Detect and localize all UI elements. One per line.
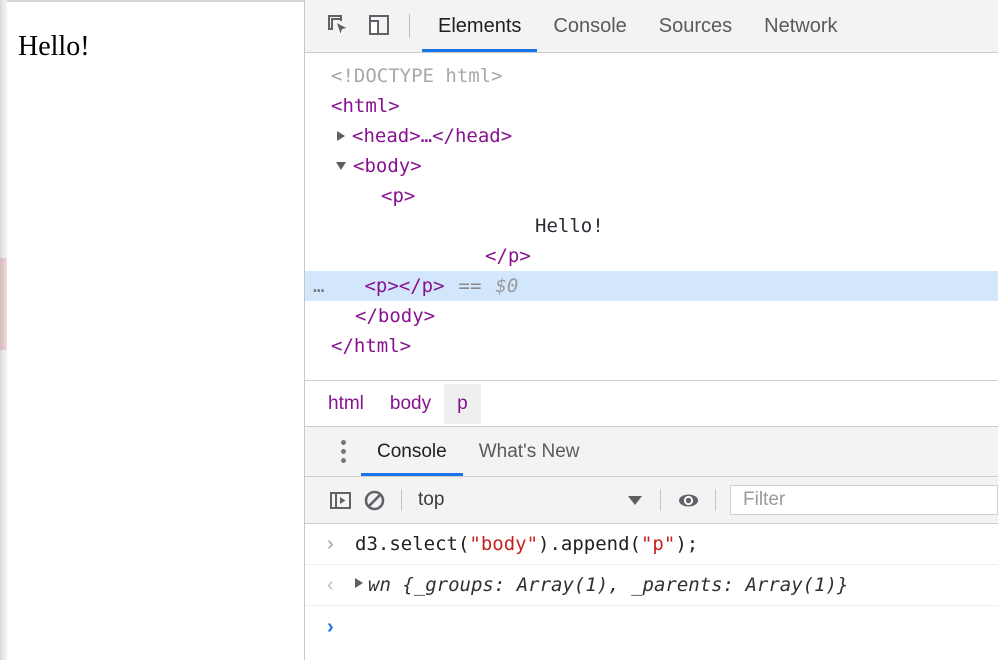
breadcrumb: html body p <box>305 381 998 427</box>
devtools-toolbar: Elements Console Sources Network <box>305 0 998 53</box>
console-output: › d3.select("body").append("p"); ‹ wn {_… <box>305 524 998 660</box>
console-prompt-row[interactable]: › <box>305 606 998 648</box>
console-toolbar-divider <box>401 489 402 511</box>
kebab-menu-icon[interactable] <box>325 432 361 472</box>
dom-tree[interactable]: <!DOCTYPE html> <html> <head>…</head> <b… <box>305 53 998 381</box>
dom-collapsed-dots[interactable]: … <box>313 275 326 297</box>
dom-row[interactable]: </p> <box>305 241 998 271</box>
console-toolbar: top Filter <box>305 477 998 524</box>
console-result-row[interactable]: ‹ wn {_groups: Array(1), _parents: Array… <box>305 565 998 606</box>
js-token: ); <box>675 533 699 555</box>
tab-elements[interactable]: Elements <box>422 0 538 52</box>
dom-text-node: Hello! <box>535 215 604 237</box>
dom-row[interactable]: </body> <box>305 301 998 331</box>
dom-row[interactable]: <!DOCTYPE html> <box>305 61 998 91</box>
dom-node-text: <p></p> <box>364 275 445 297</box>
chevron-down-icon[interactable] <box>628 495 642 505</box>
js-string-token: "body" <box>469 533 539 555</box>
js-token: ).append( <box>538 533 641 555</box>
dom-node-text: <p> <box>381 185 416 207</box>
breadcrumb-item-html[interactable]: html <box>315 384 377 424</box>
dom-node-text: <html> <box>331 95 400 117</box>
inspect-element-icon[interactable] <box>319 6 359 46</box>
clear-console-icon[interactable] <box>357 483 391 517</box>
drawer-tabbar: Console What's New <box>305 427 998 477</box>
dom-row[interactable]: <p> <box>305 181 998 211</box>
page-viewport: Hello! <box>0 0 305 660</box>
js-string-token: "p" <box>640 533 676 555</box>
tab-sources[interactable]: Sources <box>643 0 748 52</box>
console-result-chevron-icon: ‹ <box>327 573 334 596</box>
drawer-tab-whats-new[interactable]: What's New <box>463 427 596 476</box>
page-content: Hello! <box>8 2 304 660</box>
live-expression-eye-icon[interactable] <box>671 483 705 517</box>
viewport-left-edge-strip <box>0 0 7 660</box>
console-context-selector[interactable]: top <box>412 489 650 511</box>
device-toolbar-icon[interactable] <box>359 6 399 46</box>
dom-row-selected[interactable]: … <p></p> == $0 <box>305 271 998 301</box>
dom-node-text: <body> <box>353 155 422 177</box>
console-input-chevron-icon: › <box>327 532 334 555</box>
collapse-triangle-icon[interactable] <box>336 161 346 170</box>
console-filter-input[interactable]: Filter <box>730 485 998 515</box>
console-sidebar-icon[interactable] <box>323 483 357 517</box>
console-input-row[interactable]: › d3.select("body").append("p"); <box>305 524 998 565</box>
dom-node-text: <!DOCTYPE html> <box>331 65 503 87</box>
devtools-window: Hello! Elements Console Sources Network … <box>0 0 998 660</box>
console-toolbar-divider <box>715 489 716 511</box>
drawer-tab-console[interactable]: Console <box>361 427 463 476</box>
console-object-preview[interactable]: wn {_groups: Array(1), _parents: Array(1… <box>368 574 848 596</box>
dom-node-text: </p> <box>485 245 531 267</box>
console-input-expression: d3.select("body").append("p"); <box>355 533 698 555</box>
dom-row[interactable]: <head>…</head> <box>305 121 998 151</box>
viewport-edge-highlight <box>0 258 7 350</box>
dom-node-text: </body> <box>355 305 436 327</box>
toolbar-divider <box>409 14 410 38</box>
console-context-label: top <box>418 489 445 510</box>
console-toolbar-divider <box>660 489 661 511</box>
breadcrumb-item-body[interactable]: body <box>377 384 444 424</box>
dom-row[interactable]: Hello! <box>305 211 998 241</box>
page-hello-paragraph: Hello! <box>18 31 90 62</box>
dom-node-text: </html> <box>331 335 412 357</box>
tab-console[interactable]: Console <box>537 0 642 52</box>
devtools-panel: Elements Console Sources Network <!DOCTY… <box>305 0 998 660</box>
dom-row[interactable]: <body> <box>305 151 998 181</box>
expand-triangle-icon[interactable] <box>337 130 345 141</box>
dom-node-eq: == <box>458 275 482 297</box>
expand-triangle-icon[interactable] <box>355 578 363 588</box>
console-prompt-chevron-icon: › <box>327 615 334 638</box>
dom-node-dollar-ref: $0 <box>495 275 519 297</box>
breadcrumb-item-p[interactable]: p <box>444 383 481 424</box>
tab-network[interactable]: Network <box>748 0 853 52</box>
dom-row[interactable]: </html> <box>305 331 998 361</box>
dom-node-text: <head>…</head> <box>352 125 513 147</box>
dom-row[interactable]: <html> <box>305 91 998 121</box>
js-token: d3.select( <box>355 533 470 555</box>
